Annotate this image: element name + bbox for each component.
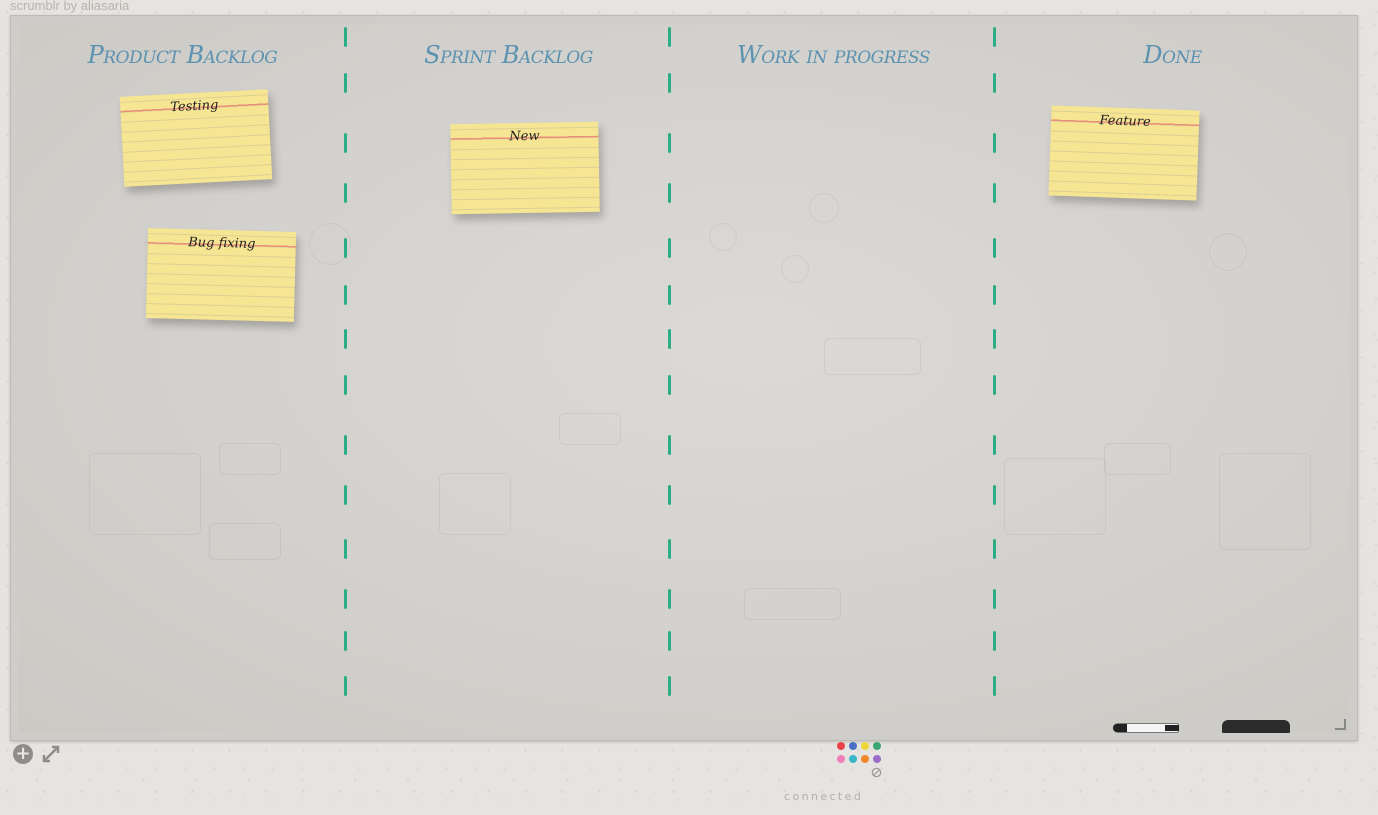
divider-dash — [344, 539, 347, 559]
divider-dash — [668, 539, 671, 559]
divider-dash — [993, 285, 996, 305]
column-divider[interactable] — [667, 23, 673, 733]
sticky-card[interactable]: New — [450, 121, 600, 215]
divider-dash — [668, 285, 671, 305]
color-palette — [836, 741, 884, 781]
divider-dash — [344, 631, 347, 651]
app-title: scrumblr by aliasaria — [10, 0, 130, 13]
divider-dash — [668, 435, 671, 455]
divider-dash — [993, 238, 996, 258]
board-frame: Product Backlog Sprint Backlog Work in p… — [10, 15, 1358, 741]
sticky-card[interactable]: Feature — [1048, 105, 1200, 201]
divider-dash — [668, 375, 671, 395]
divider-dash — [668, 133, 671, 153]
color-swatch[interactable] — [861, 742, 869, 750]
divider-dash — [344, 676, 347, 696]
card-text[interactable]: Bug fixing — [188, 235, 256, 252]
color-swatch[interactable] — [873, 755, 881, 763]
color-swatch[interactable] — [849, 755, 857, 763]
eraser-icon[interactable] — [1222, 720, 1290, 733]
marker-icon[interactable] — [1113, 723, 1179, 733]
column-work-in-progress: Work in progress — [671, 23, 996, 733]
divider-dash — [344, 285, 347, 305]
divider-dash — [668, 329, 671, 349]
scrum-board[interactable]: Product Backlog Sprint Backlog Work in p… — [19, 23, 1349, 733]
divider-dash — [344, 238, 347, 258]
divider-dash — [668, 589, 671, 609]
divider-dash — [344, 183, 347, 203]
resize-handle-icon[interactable] — [1335, 719, 1346, 730]
column-title[interactable]: Product Backlog — [19, 41, 346, 69]
color-swatch[interactable] — [873, 742, 881, 750]
divider-dash — [993, 589, 996, 609]
color-swatch[interactable] — [849, 742, 857, 750]
divider-dash — [344, 435, 347, 455]
divider-dash — [668, 631, 671, 651]
divider-dash — [993, 539, 996, 559]
divider-dash — [993, 73, 996, 93]
divider-dash — [993, 375, 996, 395]
divider-dash — [668, 183, 671, 203]
fullscreen-expand-icon — [42, 745, 60, 763]
column-title[interactable]: Work in progress — [671, 41, 996, 69]
card-text[interactable]: Testing — [170, 98, 219, 115]
divider-dash — [344, 375, 347, 395]
connection-status: connected — [784, 790, 864, 803]
divider-dash — [668, 27, 671, 47]
divider-dash — [344, 485, 347, 505]
no-color-icon[interactable] — [871, 767, 882, 778]
sticky-card[interactable]: Bug fixing — [145, 228, 297, 322]
divider-dash — [344, 589, 347, 609]
divider-dash — [344, 27, 347, 47]
divider-dash — [993, 435, 996, 455]
divider-dash — [668, 238, 671, 258]
add-card-icon: + — [13, 744, 33, 764]
color-swatch[interactable] — [861, 755, 869, 763]
card-text[interactable]: New — [509, 129, 539, 145]
column-title[interactable]: Done — [996, 41, 1349, 69]
color-swatch[interactable] — [837, 742, 845, 750]
divider-dash — [344, 133, 347, 153]
sticky-card[interactable]: Testing — [119, 89, 273, 187]
divider-dash — [993, 183, 996, 203]
divider-dash — [344, 329, 347, 349]
divider-dash — [993, 631, 996, 651]
divider-dash — [344, 73, 347, 93]
divider-dash — [668, 676, 671, 696]
divider-dash — [668, 485, 671, 505]
divider-dash — [668, 73, 671, 93]
column-title[interactable]: Sprint Backlog — [346, 41, 671, 69]
divider-dash — [993, 133, 996, 153]
card-text[interactable]: Feature — [1099, 113, 1151, 130]
divider-dash — [993, 329, 996, 349]
color-swatch[interactable] — [837, 755, 845, 763]
column-divider[interactable] — [992, 23, 998, 733]
divider-dash — [993, 676, 996, 696]
divider-dash — [993, 485, 996, 505]
column-divider[interactable] — [343, 23, 349, 733]
fullscreen-button[interactable] — [40, 743, 62, 765]
add-card-button[interactable]: + — [12, 743, 34, 765]
divider-dash — [993, 27, 996, 47]
